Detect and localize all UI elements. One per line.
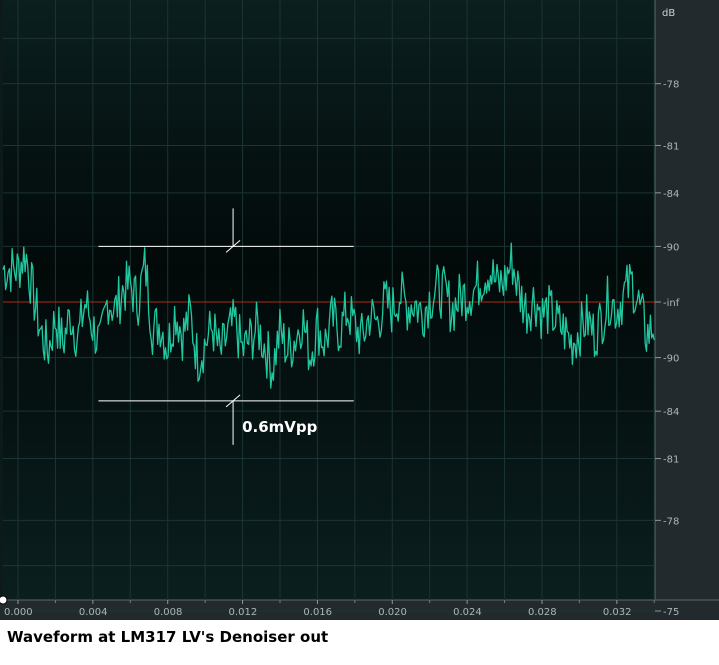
- y-tick-label: -90: [663, 354, 679, 365]
- x-tick-label: 0.016: [303, 607, 332, 618]
- y-tick-label: -90: [663, 242, 679, 253]
- x-tick-label: 0.032: [603, 607, 632, 618]
- waveform-view[interactable]: 0.6mVpp -75-78-81-84-90-inf-90-84-81-78-…: [0, 0, 719, 620]
- y-tick-label: -81: [663, 455, 679, 466]
- x-tick-label: 0.004: [79, 607, 108, 618]
- figure-caption: Waveform at LM317 LV's Denoiser out: [7, 628, 329, 646]
- x-tick-label: 0.028: [528, 607, 557, 618]
- plot-area[interactable]: [3, 0, 655, 600]
- x-tick-label: 0.000: [4, 607, 33, 618]
- y-tick-label: -inf: [663, 298, 680, 309]
- x-tick-label: 0.024: [453, 607, 482, 618]
- y-tick-label: -84: [663, 189, 679, 200]
- y-tick-label: -75: [663, 607, 679, 618]
- y-tick-label: -78: [663, 80, 679, 91]
- y-unit-label: dB: [662, 8, 675, 19]
- plot-left-border: [0, 0, 3, 600]
- y-tick-label: -84: [663, 407, 679, 418]
- x-tick-label: 0.008: [154, 607, 183, 618]
- annotation-label: 0.6mVpp: [242, 418, 318, 436]
- x-tick-label: 0.012: [229, 607, 258, 618]
- y-tick-label: -81: [663, 141, 679, 152]
- x-tick-label: 0.020: [378, 607, 407, 618]
- y-tick-label: -78: [663, 516, 679, 527]
- playhead-marker[interactable]: [0, 595, 8, 605]
